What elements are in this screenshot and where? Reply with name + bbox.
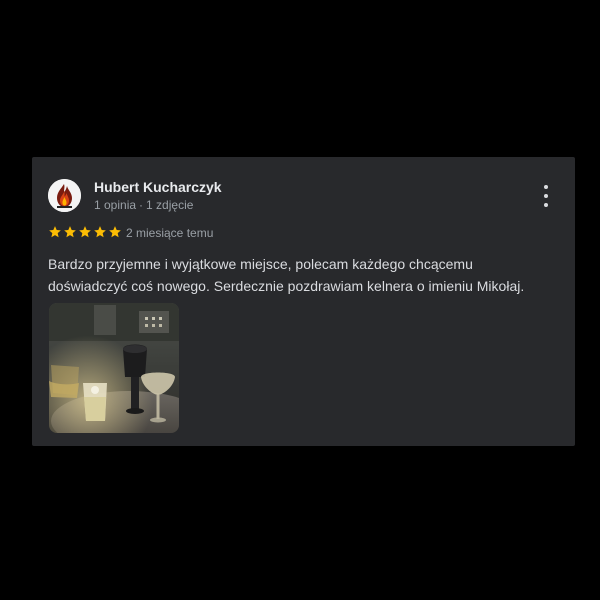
review-photo[interactable]	[49, 303, 179, 433]
star-icon	[64, 226, 76, 238]
author-review-count: 1 opinia	[94, 198, 137, 212]
flame-logo-icon	[48, 179, 81, 212]
star-icon	[79, 226, 91, 238]
star-icon	[94, 226, 106, 238]
author-name[interactable]: Hubert Kucharczyk	[94, 179, 222, 195]
more-vert-icon	[544, 185, 548, 189]
more-vert-icon-dot	[544, 194, 548, 198]
review-time: 2 miesiące temu	[126, 226, 214, 240]
cocktail-photo-image	[49, 303, 179, 433]
star-icon	[109, 226, 121, 238]
author-photo-count: 1 zdjęcie	[146, 198, 194, 212]
review-text-line: doświadczyć coś nowego. Serdecznie pozdr…	[48, 278, 525, 294]
more-vert-icon-dot	[544, 203, 548, 207]
review-text: Bardzo przyjemne i wyjątkowe miejsce, po…	[48, 253, 563, 297]
more-options-button[interactable]	[537, 185, 555, 207]
meta-separator: ·	[139, 198, 144, 212]
author-avatar[interactable]	[48, 179, 81, 212]
star-rating	[48, 225, 122, 239]
author-meta: 1 opinia · 1 zdjęcie	[94, 198, 193, 212]
star-icon	[49, 226, 61, 238]
review-text-line: Bardzo przyjemne i wyjątkowe miejsce, po…	[48, 256, 473, 272]
review-card: Hubert Kucharczyk 1 opinia · 1 zdjęcie 2 m…	[32, 157, 575, 446]
